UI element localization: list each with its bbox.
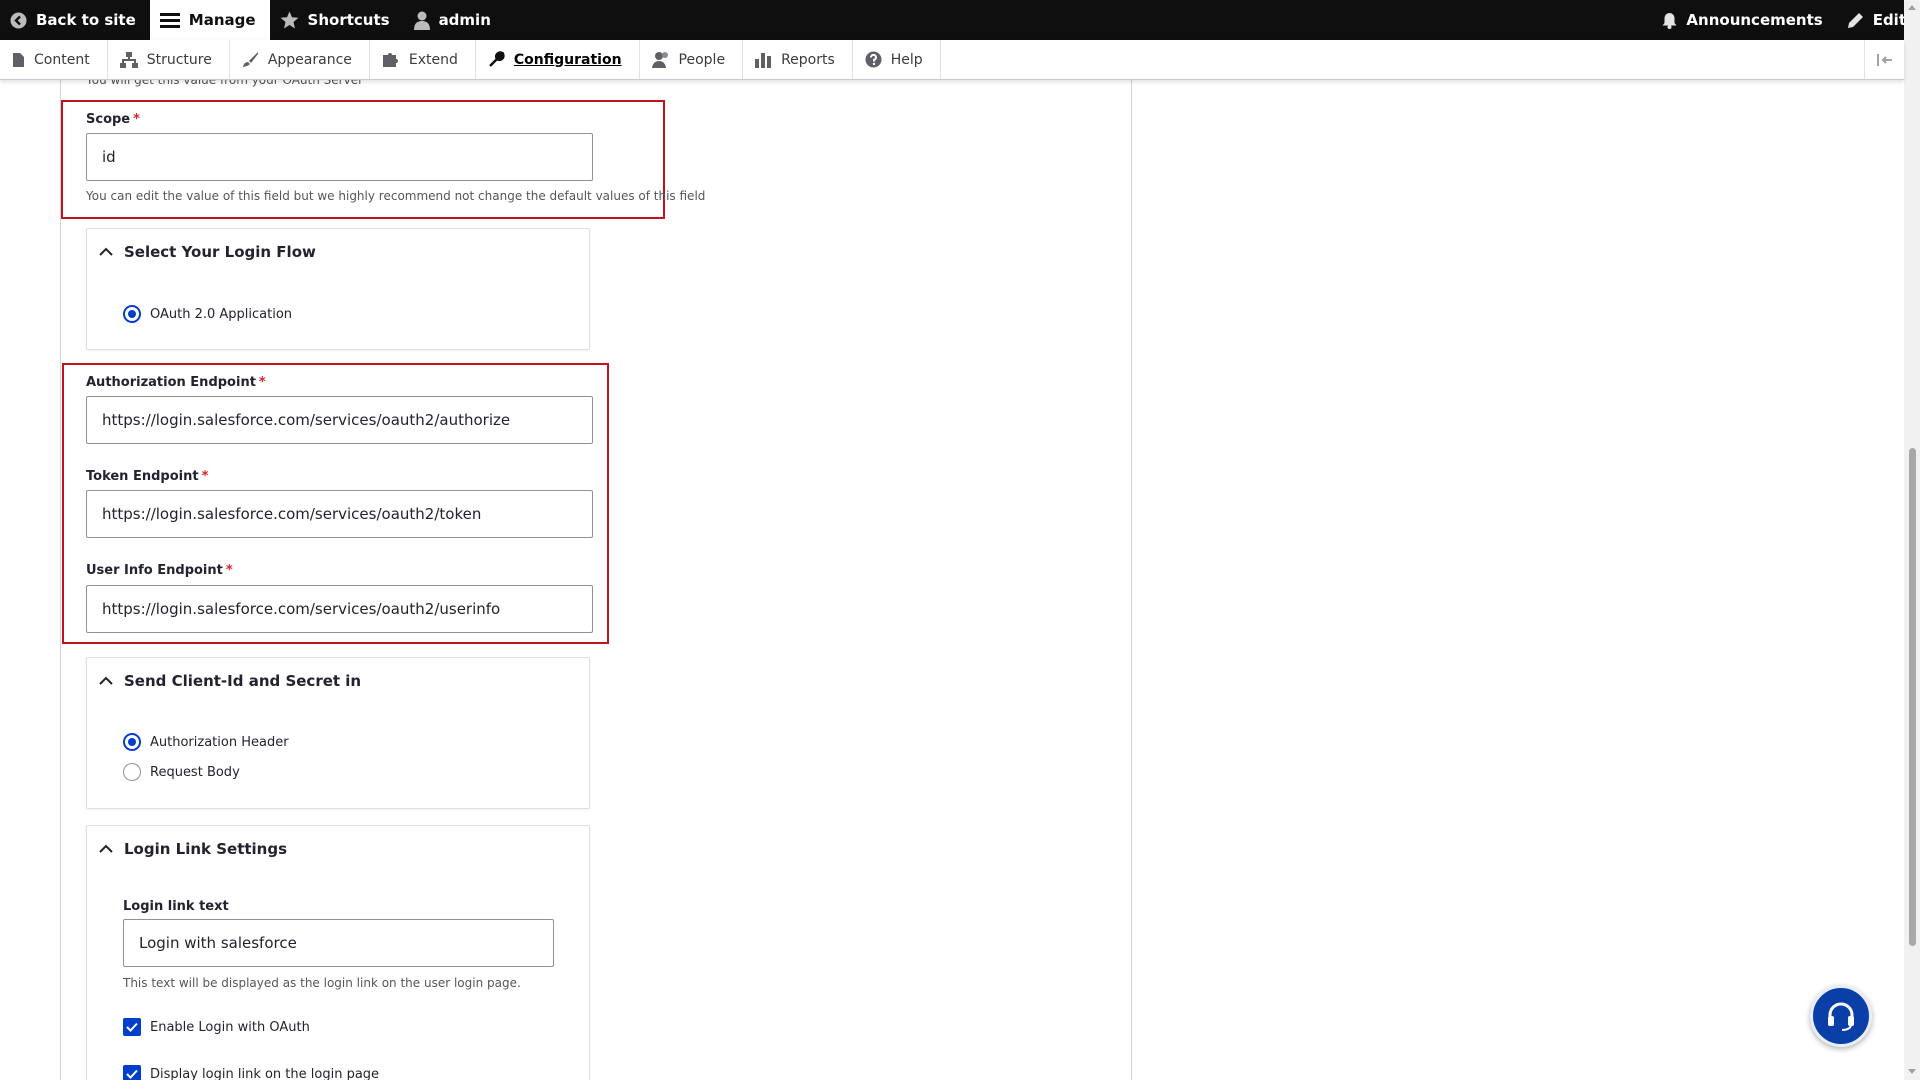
- bar-chart-icon: [755, 53, 772, 68]
- support-chat-button[interactable]: [1810, 985, 1872, 1047]
- tray-item-reports[interactable]: Reports: [743, 40, 853, 79]
- tray-item-configuration[interactable]: Configuration: [476, 40, 640, 79]
- userinfo-endpoint-label: User Info Endpoint *: [86, 563, 233, 578]
- login-link-summary[interactable]: Login Link Settings: [99, 840, 287, 858]
- client-secret-option-header[interactable]: Authorization Header: [123, 733, 289, 751]
- user-icon: [413, 11, 430, 30]
- login-flow-fieldset: Select Your Login Flow OAuth 2.0 Applica…: [86, 228, 590, 350]
- sitemap-icon: [119, 51, 138, 68]
- radio-button[interactable]: [123, 305, 141, 323]
- chevron-up-icon: [99, 844, 113, 853]
- login-link-text-input[interactable]: [123, 919, 554, 967]
- checkbox[interactable]: [123, 1018, 141, 1036]
- wrench-icon: [489, 51, 505, 67]
- back-arrow-icon: [10, 12, 27, 28]
- client-secret-fieldset: Send Client-Id and Secret in Authorizati…: [86, 657, 590, 809]
- tray-item-appearance[interactable]: Appearance: [230, 40, 370, 79]
- shortcuts-tab[interactable]: Shortcuts: [270, 0, 404, 40]
- enable-login-oauth-checkbox[interactable]: Enable Login with OAuth: [123, 1018, 310, 1036]
- file-icon: [13, 52, 24, 67]
- userinfo-endpoint-input[interactable]: [86, 585, 593, 633]
- scrollbar-thumb[interactable]: [1909, 448, 1916, 946]
- chevron-up-icon: [99, 676, 113, 685]
- client-secret-summary[interactable]: Send Client-Id and Secret in: [99, 672, 361, 690]
- paintbrush-icon: [242, 52, 258, 67]
- tray-orientation-toggle[interactable]: [1864, 40, 1904, 79]
- token-endpoint-label: Token Endpoint *: [86, 469, 209, 484]
- login-flow-summary[interactable]: Select Your Login Flow: [99, 243, 316, 261]
- tray-item-content[interactable]: Content: [0, 40, 108, 79]
- hamburger-icon: [159, 12, 180, 28]
- radio-button[interactable]: [123, 733, 141, 751]
- checkmark-icon: [126, 1069, 138, 1079]
- page-content: You will get this value from your OAuth …: [0, 0, 1904, 1080]
- page-scrollbar[interactable]: [1904, 0, 1920, 1080]
- authorization-endpoint-input[interactable]: [86, 396, 593, 444]
- star-icon: [280, 11, 299, 29]
- scroll-down-arrow-icon[interactable]: [1908, 1069, 1916, 1074]
- token-endpoint-input[interactable]: [86, 490, 593, 538]
- tray-item-extend[interactable]: Extend: [370, 40, 476, 79]
- authorization-endpoint-label: Authorization Endpoint *: [86, 375, 266, 390]
- chevron-up-icon: [99, 247, 113, 256]
- login-link-text-description: This text will be displayed as the login…: [123, 976, 521, 990]
- bell-icon: [1662, 12, 1677, 29]
- puzzle-icon: [382, 53, 398, 67]
- admin-tray: Content Structure Appearance Extend Conf…: [0, 40, 1904, 80]
- tray-item-structure[interactable]: Structure: [108, 40, 230, 79]
- display-login-link-checkbox[interactable]: Display login link on the login page: [123, 1065, 379, 1080]
- tray-item-people[interactable]: People: [640, 40, 744, 79]
- back-to-site-link[interactable]: Back to site: [0, 0, 150, 40]
- collapse-left-icon: [1876, 53, 1892, 66]
- admin-toolbar: Back to site Manage Shortcuts admin Anno…: [0, 0, 1920, 40]
- announcements-tab[interactable]: Announcements: [1652, 0, 1836, 40]
- radio-button[interactable]: [123, 763, 141, 781]
- question-icon: [865, 51, 882, 68]
- login-flow-option-oauth[interactable]: OAuth 2.0 Application: [123, 305, 292, 323]
- login-link-fieldset: Login Link Settings Login link text This…: [86, 825, 590, 1080]
- tray-item-help[interactable]: Help: [853, 40, 941, 79]
- scroll-up-arrow-icon[interactable]: [1908, 5, 1916, 10]
- scope-description: You can edit the value of this field but…: [86, 189, 706, 203]
- people-icon: [651, 52, 668, 68]
- login-link-text-label: Login link text: [123, 899, 229, 914]
- checkbox[interactable]: [123, 1065, 141, 1080]
- checkmark-icon: [126, 1022, 138, 1032]
- pencil-icon: [1847, 12, 1863, 28]
- headset-icon: [1828, 1002, 1854, 1031]
- scope-label: Scope *: [86, 112, 140, 127]
- client-secret-option-body[interactable]: Request Body: [123, 763, 240, 781]
- user-tab[interactable]: admin: [404, 0, 505, 40]
- scope-input[interactable]: [86, 133, 593, 181]
- manage-tab[interactable]: Manage: [149, 0, 270, 40]
